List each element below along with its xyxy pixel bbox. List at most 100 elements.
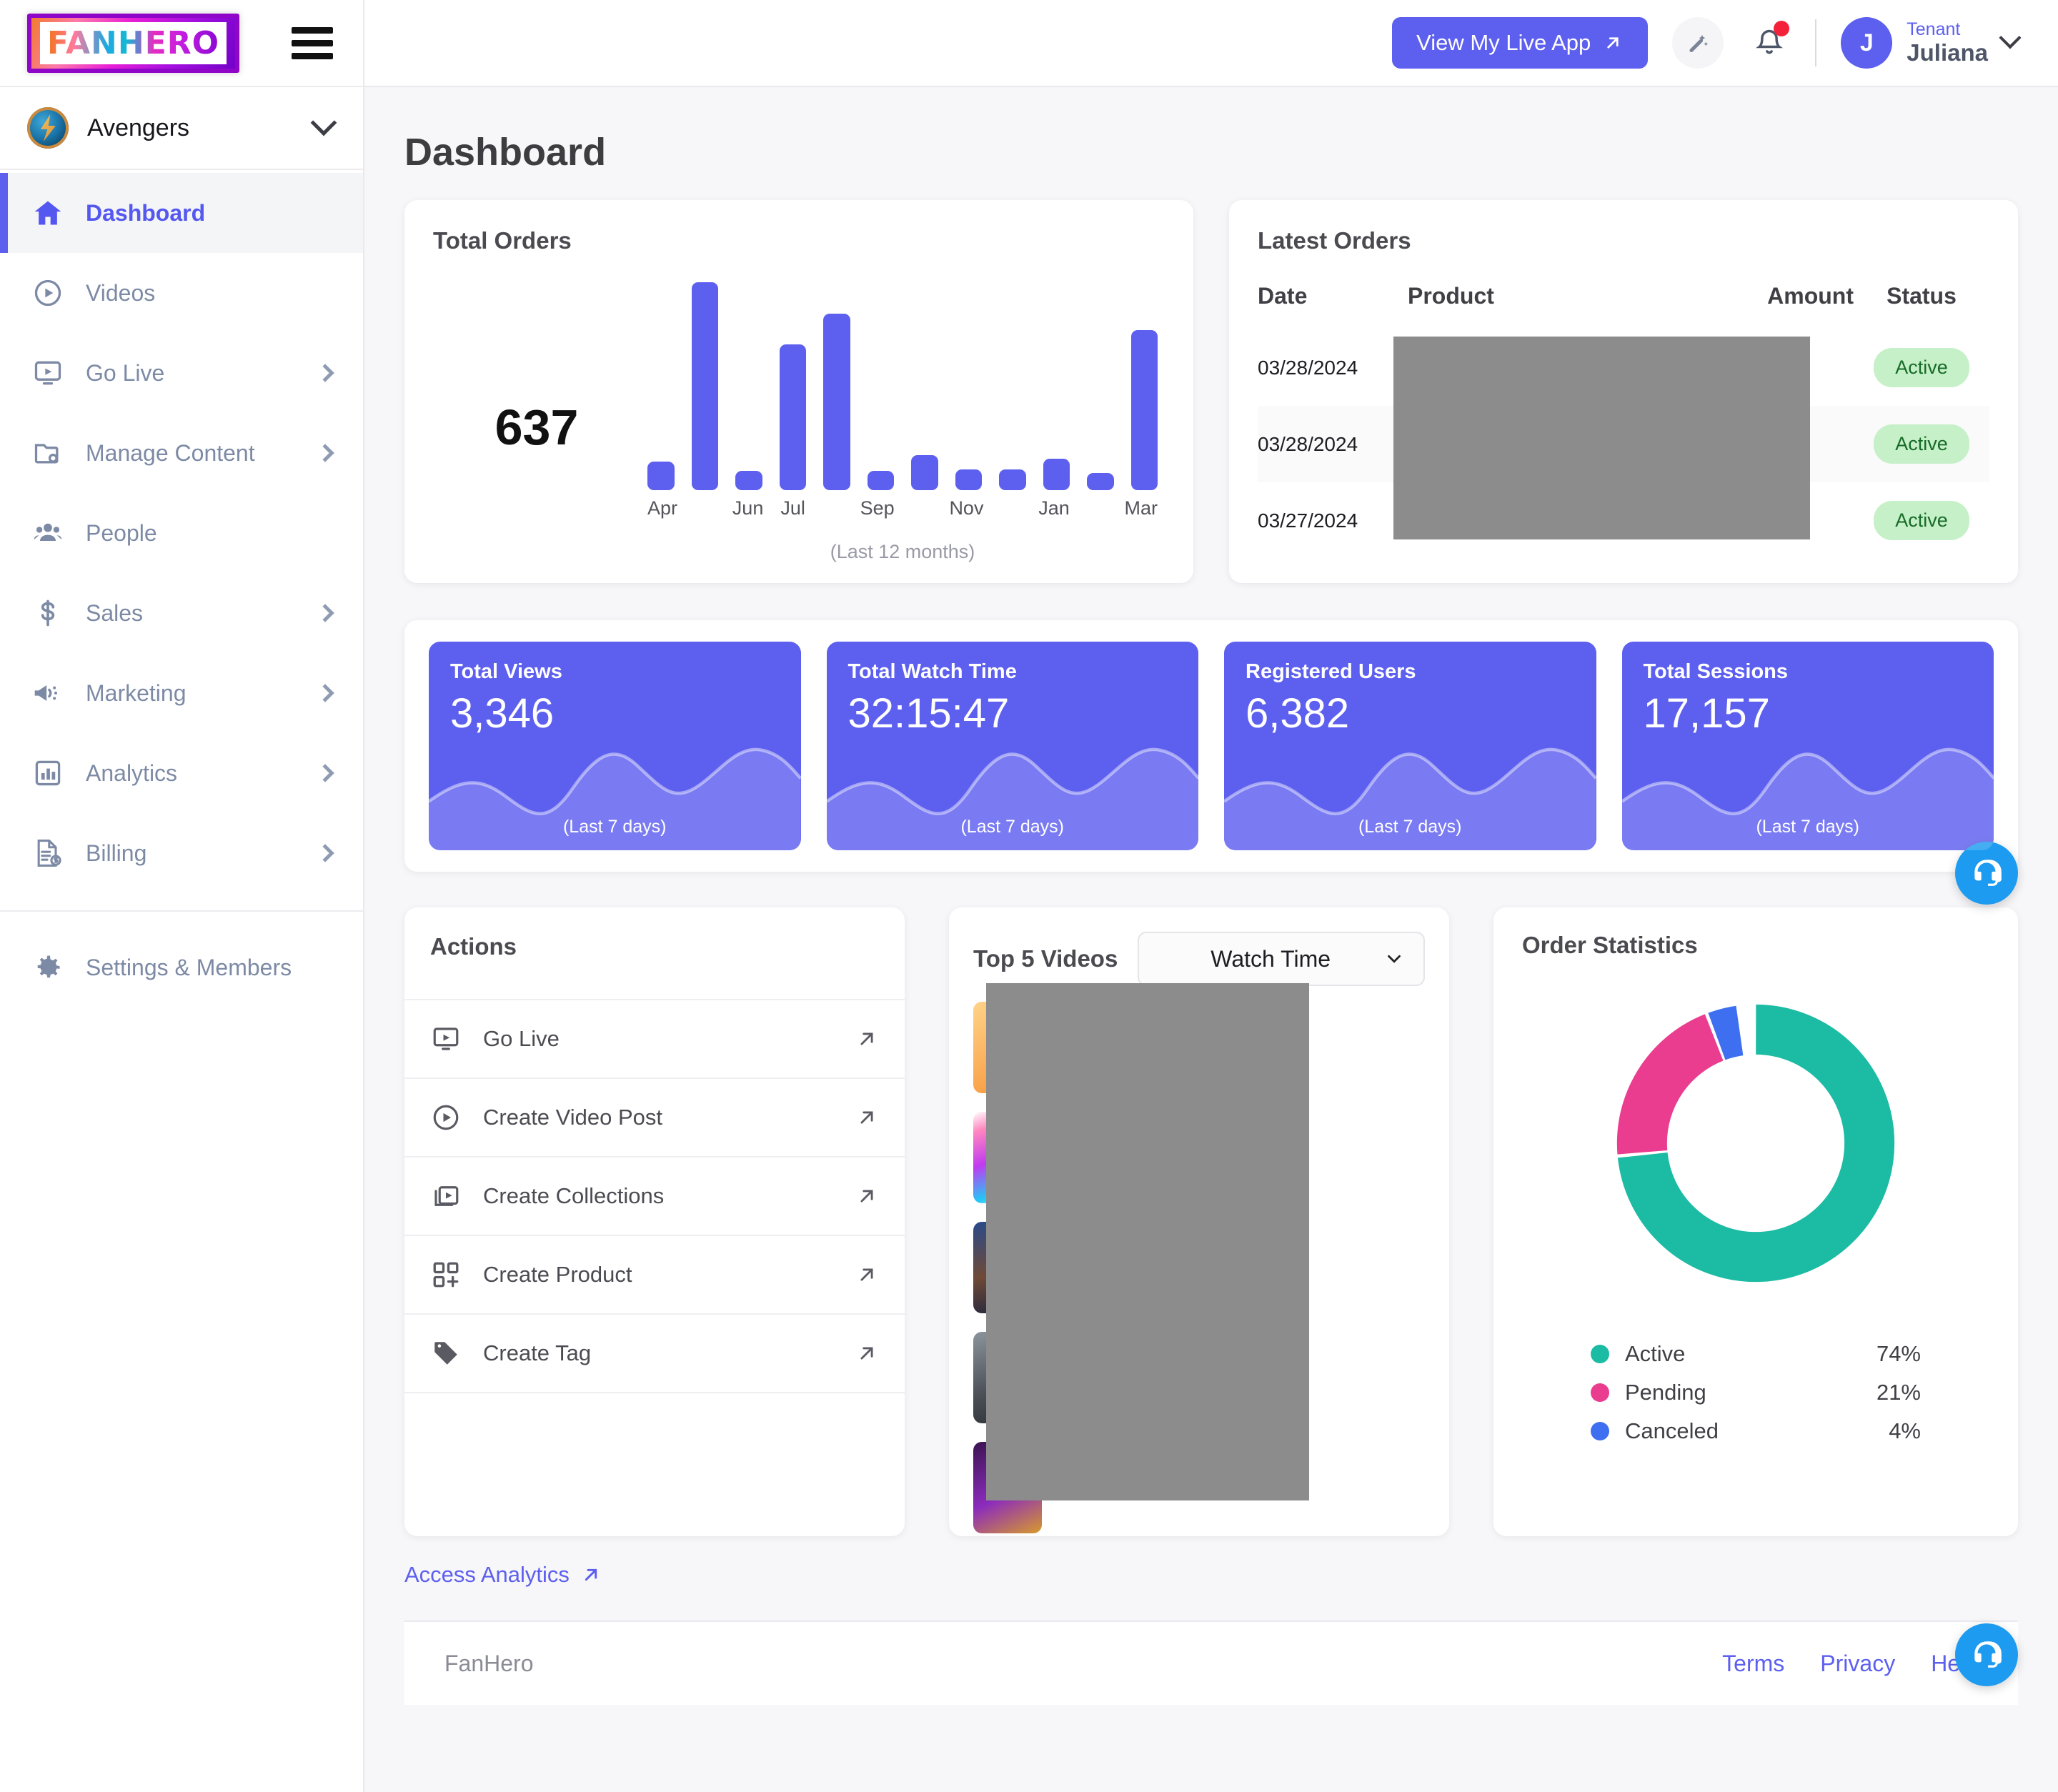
magic-wand-icon — [1685, 30, 1711, 56]
cell-status: Active — [1854, 482, 1989, 559]
total-orders-bar-chart: AprJunJulSepNovJanMar (Last 12 months) — [640, 276, 1165, 563]
sidebar-item-go-live[interactable]: Go Live — [0, 333, 363, 413]
main-area: View My Live App J Tenant Juliana — [364, 0, 2058, 1792]
tenant-avatar-icon — [27, 107, 69, 149]
fanhero-logo[interactable]: FANHERO — [27, 14, 239, 73]
sidebar-item-settings-members[interactable]: Settings & Members — [0, 927, 363, 1007]
external-link-arrow-icon — [855, 1341, 879, 1365]
cell-status: Active — [1854, 329, 1989, 406]
bar-x-label — [695, 497, 715, 519]
stat-value: 17,157 — [1644, 690, 1973, 737]
top-videos-metric-select[interactable]: Watch Time — [1138, 932, 1425, 986]
action-label: Create Collections — [483, 1183, 833, 1209]
support-chat-button-top[interactable] — [1955, 842, 2018, 905]
bar-column — [955, 276, 983, 490]
legend-color-dot — [1591, 1422, 1609, 1440]
legend-item-canceled: Canceled 4% — [1591, 1412, 1921, 1450]
sidebar-item-manage-content[interactable]: Manage Content — [0, 413, 363, 493]
sidebar-item-analytics[interactable]: Analytics — [0, 733, 363, 813]
stat-cards-row: Total Views 3,346 (Last 7 days) Total Wa… — [404, 620, 2018, 872]
topbar: View My Live App J Tenant Juliana — [364, 0, 2058, 87]
user-menu[interactable]: J Tenant Juliana — [1841, 17, 2018, 69]
sidebar-item-marketing[interactable]: Marketing — [0, 653, 363, 733]
sidebar-nav: Dashboard Videos Go Live Manage Con — [0, 170, 363, 1007]
external-link-arrow-icon — [580, 1563, 602, 1586]
play-circle-icon — [430, 1102, 462, 1133]
total-orders-title: Total Orders — [433, 227, 1165, 254]
sidebar-item-label: Sales — [86, 600, 297, 627]
chevron-right-icon[interactable] — [316, 684, 334, 702]
access-analytics-link[interactable]: Access Analytics — [404, 1562, 602, 1588]
chevron-right-icon[interactable] — [316, 844, 334, 862]
headset-icon — [1969, 855, 2004, 891]
stat-label: Total Views — [450, 660, 780, 684]
legend-label: Pending — [1625, 1380, 1861, 1405]
chevron-right-icon[interactable] — [316, 364, 334, 382]
action-create-video-post[interactable]: Create Video Post — [404, 1077, 905, 1156]
bar-column — [692, 276, 719, 490]
action-create-tag[interactable]: Create Tag — [404, 1313, 905, 1392]
notifications-button[interactable] — [1748, 19, 1791, 66]
status-badge: Active — [1874, 348, 1969, 387]
grid-plus-icon — [430, 1259, 462, 1290]
sidebar-item-videos[interactable]: Videos — [0, 253, 363, 333]
bar — [647, 462, 675, 490]
view-live-app-button[interactable]: View My Live App — [1392, 17, 1648, 69]
invoice-dollar-icon — [31, 837, 64, 870]
sidebar-item-label: Go Live — [86, 360, 297, 387]
sidebar-item-label: Analytics — [86, 760, 297, 787]
cell-date: 03/27/2024 — [1258, 482, 1408, 559]
table-header-row: Date Product Amount Status — [1258, 283, 1989, 329]
bar-column — [823, 276, 850, 490]
bar-column — [1043, 276, 1070, 490]
column-header-date: Date — [1258, 283, 1408, 329]
cell-status: Active — [1854, 406, 1989, 482]
chevron-right-icon[interactable] — [316, 444, 334, 462]
top-videos-redaction — [986, 983, 1309, 1500]
footer-link-terms[interactable]: Terms — [1722, 1651, 1784, 1677]
bar-column — [780, 276, 807, 490]
stat-period: (Last 7 days) — [1622, 817, 1994, 837]
top-videos-card: Top 5 Videos Watch Time — [949, 907, 1449, 1536]
select-value: Watch Time — [1158, 946, 1383, 972]
action-go-live[interactable]: Go Live — [404, 999, 905, 1077]
bar — [692, 282, 719, 490]
order-statistics-card: Order Statistics Active 74% — [1493, 907, 2018, 1536]
cell-date: 03/28/2024 — [1258, 329, 1408, 406]
gear-icon — [31, 951, 64, 984]
folder-gear-icon — [31, 437, 64, 469]
actions-column: Actions Go Live Create — [404, 907, 905, 1588]
bar — [1087, 473, 1114, 490]
order-statistics-title: Order Statistics — [1522, 932, 1989, 959]
action-create-collections[interactable]: Create Collections — [404, 1156, 905, 1235]
hamburger-menu-icon[interactable] — [292, 27, 333, 59]
chevron-down-icon[interactable] — [311, 110, 337, 136]
bar-column — [911, 276, 938, 490]
bar — [823, 314, 850, 490]
megaphone-icon — [31, 677, 64, 710]
chevron-right-icon[interactable] — [316, 604, 334, 622]
sidebar-item-dashboard[interactable]: Dashboard — [0, 173, 363, 253]
footer-link-privacy[interactable]: Privacy — [1820, 1651, 1895, 1677]
action-create-product[interactable]: Create Product — [404, 1235, 905, 1313]
sidebar-item-people[interactable]: People — [0, 493, 363, 573]
home-icon — [31, 196, 64, 229]
magic-wand-button[interactable] — [1672, 17, 1724, 69]
tenant-selector[interactable]: Avengers — [0, 87, 363, 170]
sidebar-item-billing[interactable]: Billing — [0, 813, 363, 893]
sidebar-item-sales[interactable]: Sales — [0, 573, 363, 653]
stat-label: Registered Users — [1246, 660, 1575, 684]
bar-column — [868, 276, 895, 490]
bar-x-label — [1087, 497, 1108, 519]
action-label: Go Live — [483, 1026, 833, 1052]
sidebar: FANHERO Avengers Dashboard Vide — [0, 0, 364, 1792]
bar-chart-x-labels: AprJunJulSepNovJanMar — [640, 490, 1165, 519]
legend-value: 4% — [1889, 1418, 1921, 1444]
user-name-label: Juliana — [1907, 39, 1988, 66]
support-chat-button-bottom[interactable] — [1955, 1623, 2018, 1686]
chevron-down-icon[interactable] — [1999, 26, 2021, 49]
external-link-arrow-icon — [855, 1105, 879, 1130]
chevron-right-icon[interactable] — [316, 764, 334, 782]
legend-item-pending: Pending 21% — [1591, 1373, 1921, 1412]
stat-period: (Last 7 days) — [827, 817, 1199, 837]
